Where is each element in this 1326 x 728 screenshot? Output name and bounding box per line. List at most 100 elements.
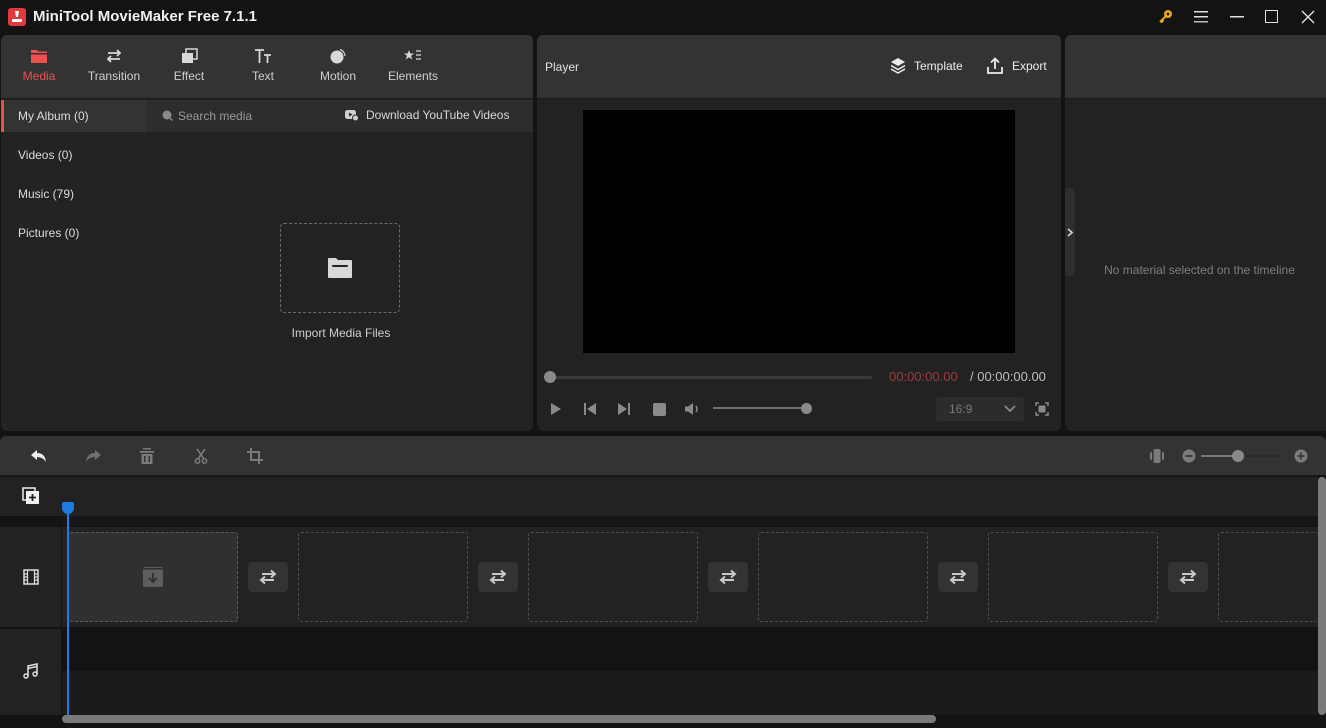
split-button[interactable] bbox=[190, 445, 212, 467]
previous-frame-button[interactable] bbox=[580, 401, 600, 417]
template-button[interactable]: Template bbox=[890, 57, 963, 74]
clip-slot[interactable] bbox=[68, 532, 238, 622]
fullscreen-button[interactable] bbox=[1032, 401, 1052, 417]
video-track-header bbox=[0, 527, 61, 627]
time-current: 00:00:00.00 bbox=[889, 369, 958, 384]
tab-text[interactable]: Text bbox=[237, 35, 289, 99]
title-bar: MiniTool MovieMaker Free 7.1.1 bbox=[0, 0, 1326, 34]
layers-icon bbox=[182, 48, 198, 63]
clip-slot[interactable] bbox=[528, 532, 698, 622]
transition-slot[interactable] bbox=[938, 562, 978, 592]
clip-slot[interactable] bbox=[758, 532, 928, 622]
media-panel: Media Transition Effect Text Motion Elem… bbox=[1, 35, 533, 431]
chevron-down-icon bbox=[1004, 405, 1016, 413]
youtube-download-icon bbox=[345, 110, 359, 121]
tab-effect[interactable]: Effect bbox=[161, 35, 217, 99]
export-upload-icon bbox=[987, 57, 1003, 74]
swap-arrows-icon bbox=[106, 49, 122, 63]
swap-arrows-icon bbox=[259, 569, 277, 585]
player-header: Player Template Export bbox=[537, 35, 1061, 99]
film-icon bbox=[23, 569, 39, 585]
sidebar-item-videos[interactable]: Videos (0) bbox=[1, 139, 146, 171]
stop-button[interactable] bbox=[649, 401, 669, 417]
player-panel: Player Template Export 00:00:00.00 / 00:… bbox=[537, 35, 1061, 431]
chevron-right-icon bbox=[1067, 227, 1073, 237]
media-toolbar: Media Transition Effect Text Motion Elem… bbox=[1, 35, 533, 99]
timeline-ruler[interactable] bbox=[0, 477, 1318, 516]
transition-slot[interactable] bbox=[1168, 562, 1208, 592]
search-input[interactable]: Search media bbox=[178, 109, 252, 123]
undo-button[interactable] bbox=[28, 445, 50, 467]
zoom-in-button[interactable] bbox=[1290, 445, 1312, 467]
swap-arrows-icon bbox=[949, 569, 967, 585]
aspect-ratio-select[interactable]: 16:9 bbox=[936, 397, 1024, 421]
maximize-icon[interactable] bbox=[1259, 5, 1285, 29]
next-frame-button[interactable] bbox=[614, 401, 634, 417]
seek-handle[interactable] bbox=[544, 371, 556, 383]
tab-label: Effect bbox=[173, 69, 205, 83]
tab-label: Motion bbox=[319, 69, 357, 83]
transition-slot[interactable] bbox=[478, 562, 518, 592]
fit-timeline-button[interactable] bbox=[1146, 445, 1168, 467]
sidebar-item-pictures[interactable]: Pictures (0) bbox=[1, 217, 146, 249]
player-title: Player bbox=[545, 60, 580, 74]
volume-slider[interactable] bbox=[713, 407, 807, 409]
play-button[interactable] bbox=[546, 401, 566, 417]
transition-slot[interactable] bbox=[248, 562, 288, 592]
folder-icon bbox=[31, 50, 47, 63]
seek-bar[interactable] bbox=[550, 376, 872, 379]
import-media-label: Import Media Files bbox=[291, 326, 391, 340]
delete-button[interactable] bbox=[136, 445, 158, 467]
template-label: Template bbox=[914, 58, 963, 73]
playhead-handle[interactable] bbox=[62, 502, 74, 514]
swap-arrows-icon bbox=[1179, 569, 1197, 585]
audio-track-lower[interactable] bbox=[62, 671, 1318, 715]
tab-label: Transition bbox=[87, 69, 141, 83]
volume-handle[interactable] bbox=[801, 403, 812, 414]
drop-media-icon bbox=[143, 567, 163, 587]
fullscreen-icon bbox=[1035, 402, 1049, 416]
crop-button[interactable] bbox=[244, 445, 266, 467]
clip-slot[interactable] bbox=[988, 532, 1158, 622]
template-layers-icon bbox=[890, 58, 906, 74]
clip-slot[interactable] bbox=[298, 532, 468, 622]
star-list-icon bbox=[404, 50, 421, 60]
play-icon bbox=[551, 403, 561, 415]
close-icon[interactable] bbox=[1295, 5, 1321, 29]
scissors-icon bbox=[194, 448, 208, 464]
crop-icon bbox=[247, 448, 263, 464]
redo-button[interactable] bbox=[82, 445, 104, 467]
add-track-button[interactable] bbox=[22, 487, 40, 505]
tab-elements[interactable]: Elements bbox=[381, 35, 445, 99]
clip-slot[interactable] bbox=[1218, 532, 1318, 622]
export-button[interactable]: Export bbox=[987, 57, 1047, 74]
horizontal-scrollbar[interactable] bbox=[62, 715, 936, 723]
tab-transition[interactable]: Transition bbox=[79, 35, 149, 99]
app-title: MiniTool MovieMaker Free 7.1.1 bbox=[33, 8, 257, 25]
volume-icon bbox=[685, 403, 698, 415]
menu-icon[interactable] bbox=[1188, 5, 1214, 29]
timeline-zoom-handle[interactable] bbox=[1232, 450, 1244, 462]
volume-button[interactable] bbox=[683, 401, 703, 417]
sidebar-item-my-album[interactable]: My Album (0) bbox=[1, 100, 146, 132]
aspect-ratio-value: 16:9 bbox=[949, 402, 973, 416]
swap-arrows-icon bbox=[719, 569, 737, 585]
tab-media[interactable]: Media bbox=[11, 35, 67, 99]
skip-back-icon bbox=[584, 403, 596, 415]
properties-header bbox=[1065, 35, 1326, 99]
trash-icon bbox=[140, 448, 154, 464]
key-icon[interactable] bbox=[1153, 5, 1179, 29]
vertical-scrollbar[interactable] bbox=[1318, 477, 1326, 715]
audio-track[interactable] bbox=[62, 627, 1318, 671]
download-youtube-button[interactable]: Download YouTube Videos bbox=[345, 108, 509, 122]
import-media-button[interactable] bbox=[280, 223, 400, 313]
playhead-line[interactable] bbox=[67, 512, 69, 716]
transition-slot[interactable] bbox=[708, 562, 748, 592]
skip-forward-icon bbox=[618, 403, 630, 415]
sidebar-item-music[interactable]: Music (79) bbox=[1, 178, 146, 210]
minimize-icon[interactable] bbox=[1224, 5, 1250, 29]
tab-motion[interactable]: Motion bbox=[309, 35, 367, 99]
timeline-toolbar bbox=[0, 436, 1326, 476]
zoom-out-button[interactable] bbox=[1178, 445, 1200, 467]
properties-panel: No material selected on the timeline bbox=[1065, 35, 1326, 431]
